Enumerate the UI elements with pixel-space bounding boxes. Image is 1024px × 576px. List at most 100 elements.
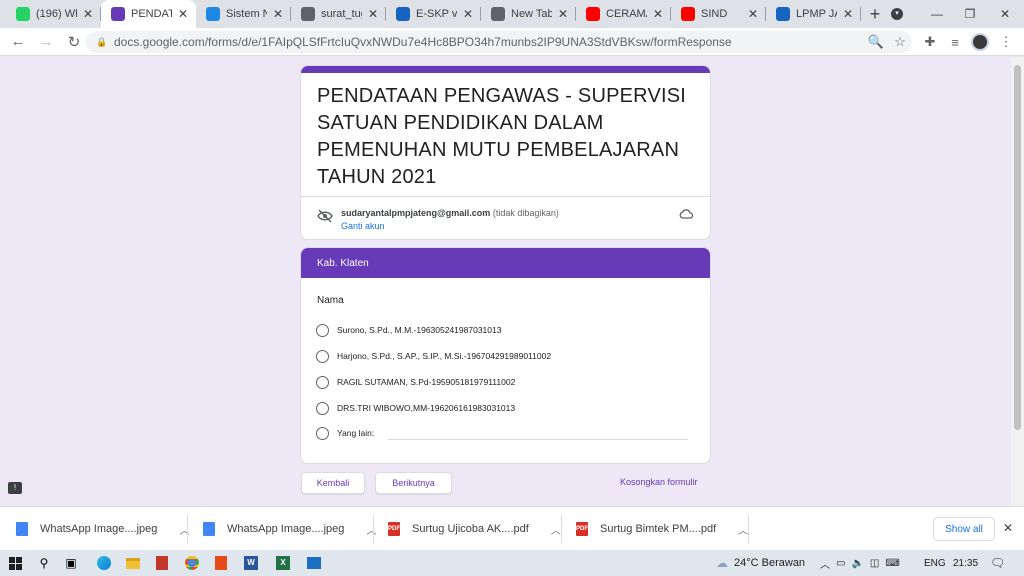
reading-list-icon[interactable]: ≡: [943, 28, 967, 56]
keyboard-icon[interactable]: ⌨: [885, 558, 899, 569]
clock[interactable]: 21:35: [953, 550, 978, 576]
radio-button[interactable]: [316, 323, 329, 337]
notifications-icon[interactable]: 🗨: [990, 550, 1005, 576]
radio-option[interactable]: RAGIL SUTAMAN, S.Pd-195905181979111002: [316, 374, 515, 390]
report-icon[interactable]: !: [8, 482, 22, 494]
edge-icon[interactable]: [95, 554, 113, 572]
google-forms-icon: [111, 7, 125, 21]
extensions-icon[interactable]: ✚: [918, 28, 942, 56]
radio-button[interactable]: [316, 375, 329, 389]
browser-tab[interactable]: surat_tug ✕: [291, 0, 386, 28]
download-item[interactable]: PDF Surtug Bimtek PM....pdf ︿: [576, 513, 748, 545]
file-explorer-icon[interactable]: [124, 554, 142, 572]
close-shelf-icon[interactable]: ✕: [1003, 521, 1013, 535]
scrollbar-thumb[interactable]: [1014, 65, 1021, 430]
eye-off-icon: [317, 209, 333, 223]
search-icon[interactable]: ⚲: [35, 554, 53, 572]
radio-option[interactable]: DRS.TRI WIBOWO,MM-196206161983031013: [316, 400, 515, 416]
language-indicator[interactable]: ENG: [924, 550, 946, 576]
tab-close-icon[interactable]: ✕: [461, 7, 475, 21]
browser-tab[interactable]: Sistem N ✕: [196, 0, 291, 28]
tray-expand-icon[interactable]: ︿: [820, 556, 830, 571]
restore-icon[interactable]: ❐: [955, 0, 985, 28]
download-separator: [187, 515, 188, 543]
zoom-icon[interactable]: 🔍: [864, 34, 888, 50]
switch-account-link[interactable]: Ganti akun: [341, 221, 385, 231]
radio-option[interactable]: Harjono, S.Pd., S.AP., S.IP., M.Si.-1967…: [316, 348, 551, 364]
page-scrollbar[interactable]: [1011, 57, 1024, 506]
radio-option[interactable]: Surono, S.Pd., M.M.-196305241987031013: [316, 322, 501, 338]
browser-tab[interactable]: PENDATA ✕: [101, 0, 196, 28]
account-email-line: sudaryantalpmpjateng@gmail.com (tidak di…: [341, 208, 559, 218]
next-button[interactable]: Berikutnya: [375, 472, 452, 494]
forward-icon[interactable]: →: [32, 28, 60, 56]
browser-tab[interactable]: LPMP JA ✕: [766, 0, 861, 28]
windows-start-icon[interactable]: [6, 554, 24, 572]
profile-menu-icon[interactable]: ▾: [885, 0, 909, 28]
tab-close-icon[interactable]: ✕: [271, 7, 285, 21]
browser-tab[interactable]: E-SKP v.2 ✕: [386, 0, 481, 28]
radio-button[interactable]: [316, 349, 329, 363]
form-page: PENDATAAN PENGAWAS - SUPERVISI SATUAN PE…: [0, 57, 1011, 506]
browser-tab[interactable]: New Tab ✕: [481, 0, 576, 28]
download-separator: [373, 515, 374, 543]
app-icon[interactable]: [153, 554, 171, 572]
download-name: WhatsApp Image....jpeg: [40, 523, 158, 535]
minimize-icon[interactable]: —: [922, 0, 952, 28]
back-icon[interactable]: ←: [4, 28, 32, 56]
bookmark-star-icon[interactable]: ☆: [888, 34, 912, 50]
cloud-off-icon: [679, 208, 694, 223]
tab-close-icon[interactable]: ✕: [81, 7, 95, 21]
browser-toolbar: ← → ↻ 🔒 docs.google.com/forms/d/e/1FAIpQ…: [0, 28, 1024, 56]
youtube-icon: [586, 7, 600, 21]
tab-close-icon[interactable]: ✕: [176, 7, 190, 21]
radio-button[interactable]: [316, 401, 329, 415]
tab-close-icon[interactable]: ✕: [556, 7, 570, 21]
download-item[interactable]: WhatsApp Image....jpeg ︿: [16, 513, 189, 545]
radio-button[interactable]: [316, 426, 329, 440]
address-bar[interactable]: 🔒 docs.google.com/forms/d/e/1FAIpQLSfFrt…: [86, 31, 912, 53]
tab-label: CERAMA: [606, 8, 647, 20]
tab-close-icon[interactable]: ✕: [366, 7, 380, 21]
browser-tab[interactable]: (196) Wh ✕: [6, 0, 101, 28]
download-name: WhatsApp Image....jpeg: [227, 523, 345, 535]
profile-avatar[interactable]: [968, 28, 992, 56]
download-separator: [561, 515, 562, 543]
chrome-icon[interactable]: [183, 554, 201, 572]
word-icon[interactable]: W: [242, 554, 260, 572]
close-window-icon[interactable]: ✕: [990, 0, 1020, 28]
option-label: Harjono, S.Pd., S.AP., S.IP., M.Si.-1967…: [337, 351, 552, 361]
option-other[interactable]: Yang lain:: [316, 425, 688, 441]
show-all-button[interactable]: Show all: [933, 517, 995, 541]
office-icon[interactable]: [212, 554, 230, 572]
weather-widget[interactable]: ☁ 24°C Berawan: [716, 550, 805, 576]
account-row: sudaryantalpmpjateng@gmail.com (tidak di…: [317, 206, 697, 236]
other-text-input[interactable]: [388, 439, 688, 440]
browser-tab[interactable]: SIND ✕: [671, 0, 766, 28]
tab-close-icon[interactable]: ✕: [841, 7, 855, 21]
battery-icon[interactable]: ▭: [836, 558, 845, 569]
excel-icon[interactable]: X: [274, 554, 292, 572]
form-header-card: PENDATAAN PENGAWAS - SUPERVISI SATUAN PE…: [300, 65, 711, 240]
tab-close-icon[interactable]: ✕: [746, 7, 760, 21]
chevron-up-icon[interactable]: ︿: [366, 522, 376, 537]
chevron-up-icon[interactable]: ︿: [738, 522, 748, 537]
chevron-up-icon[interactable]: ︿: [551, 522, 561, 537]
lock-icon: 🔒: [96, 36, 108, 47]
chrome-menu-icon[interactable]: ⋮: [994, 28, 1018, 56]
windows-taskbar: ⚲ ▣ W X ☁ 24°C Berawan ︿ ▭ 🔈 ◫ ⌨ ENG 21:…: [0, 550, 1024, 576]
photos-icon[interactable]: [305, 554, 323, 572]
volume-icon[interactable]: 🔈: [851, 558, 863, 569]
back-button[interactable]: Kembali: [301, 472, 365, 494]
tab-close-icon[interactable]: ✕: [651, 7, 665, 21]
network-icon[interactable]: ◫: [870, 558, 879, 569]
clear-form-link[interactable]: Kosongkan formulir: [620, 477, 698, 487]
lpmp-icon: [776, 7, 790, 21]
reload-icon[interactable]: ↻: [60, 28, 88, 56]
task-view-icon[interactable]: ▣: [62, 554, 80, 572]
download-item[interactable]: WhatsApp Image....jpeg ︿: [203, 513, 376, 545]
browser-tab[interactable]: CERAMA ✕: [576, 0, 671, 28]
download-item[interactable]: PDF Surtug Ujicoba AK....pdf ︿: [388, 513, 561, 545]
eskp-icon: [396, 7, 410, 21]
option-label: Surono, S.Pd., M.M.-196305241987031013: [337, 325, 502, 335]
